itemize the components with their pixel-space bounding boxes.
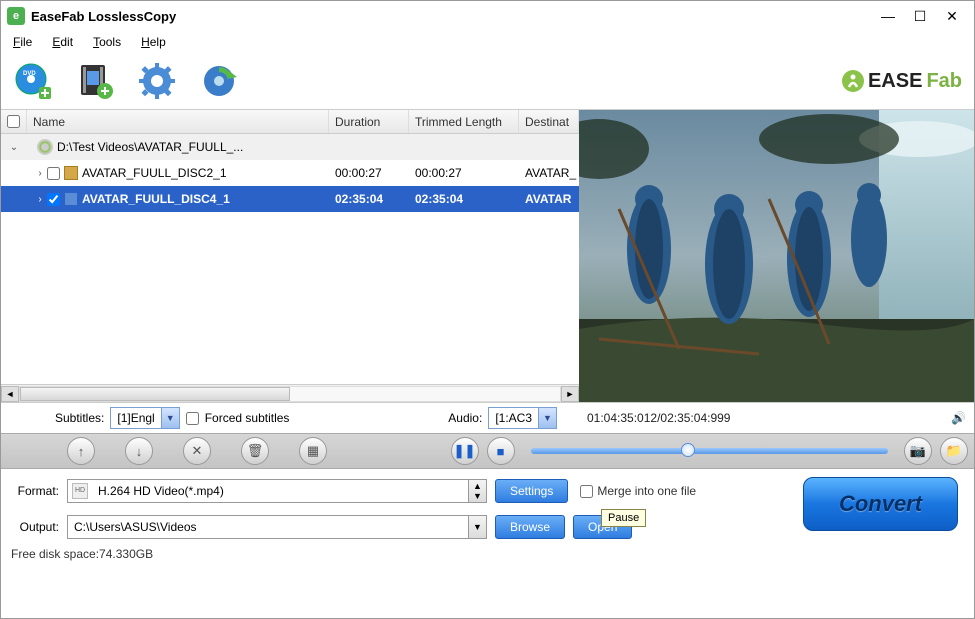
svg-text:DVD: DVD	[23, 71, 36, 77]
load-disc-button[interactable]: DVD	[13, 61, 53, 101]
format-icon: HD	[72, 483, 88, 499]
volume-icon[interactable]: 🔊	[951, 411, 966, 425]
bottom-form: Format: HD H.264 HD Video(*.mp4) ▲▼ Sett…	[1, 469, 974, 543]
menu-tools[interactable]: Tools	[93, 35, 121, 49]
refresh-button[interactable]	[199, 61, 239, 101]
settings-button[interactable]: Settings	[495, 479, 568, 503]
pause-button[interactable]: ❚❚	[451, 437, 479, 465]
menu-help[interactable]: Help	[141, 35, 166, 49]
forced-subtitles-checkbox[interactable]	[186, 412, 199, 425]
subtitles-select[interactable]: [1]Engl ▼	[110, 407, 179, 429]
row-dest: AVATAR_	[519, 160, 579, 186]
group-path: D:\Test Videos\AVATAR_FUULL_...	[57, 140, 243, 154]
chevron-down-icon[interactable]: ▼	[468, 516, 486, 538]
move-down-button[interactable]: ↓	[125, 437, 153, 465]
output-path-value: C:\Users\ASUS\Videos	[68, 520, 468, 534]
audio-label: Audio:	[448, 411, 482, 425]
select-all-checkbox[interactable]	[7, 115, 20, 128]
merge-label: Merge into one file	[597, 484, 696, 498]
seek-slider[interactable]	[531, 448, 889, 454]
load-file-button[interactable]	[75, 61, 115, 101]
menu-edit[interactable]: Edit	[52, 35, 73, 49]
brand-text-1: EASE	[868, 70, 922, 93]
menubar: File Edit Tools Help	[1, 31, 974, 53]
open-folder-button[interactable]: 📁	[940, 437, 968, 465]
output-path-input[interactable]: C:\Users\ASUS\Videos ▼	[67, 515, 487, 539]
output-label: Output:	[13, 520, 59, 534]
edit-video-button[interactable]: ▦	[299, 437, 327, 465]
remove-button[interactable]: ✕	[183, 437, 211, 465]
app-logo-icon: e	[7, 7, 25, 25]
file-list-panel: Name Duration Trimmed Length Destinat ⌄ …	[1, 110, 579, 402]
audio-value: [1:AC3	[489, 411, 538, 425]
row-name: AVATAR_FUULL_DISC4_1	[82, 192, 230, 206]
controls-bar: ↑ ↓ ✕ 🗑 ▦ ❚❚ ■ 📷 📁	[1, 433, 974, 469]
scroll-right-button[interactable]: ►	[561, 386, 579, 402]
window-title: EaseFab LosslessCopy	[31, 9, 872, 24]
scroll-track[interactable]	[19, 386, 561, 402]
main-row: Name Duration Trimmed Length Destinat ⌄ …	[1, 109, 974, 403]
expand-icon[interactable]: ›	[33, 168, 47, 179]
video-file-icon	[64, 192, 78, 206]
row-duration: 02:35:04	[335, 192, 383, 206]
chevron-down-icon[interactable]: ▼	[161, 408, 179, 428]
timecode-row: 01:04:35:012/02:35:04:999 🔊	[579, 403, 974, 433]
dvd-icon	[37, 139, 53, 155]
snapshot-button[interactable]: 📷	[904, 437, 932, 465]
file-row-selected[interactable]: ›AVATAR_FUULL_DISC4_1 02:35:04 02:35:04 …	[1, 186, 579, 212]
row-checkbox[interactable]	[47, 167, 60, 180]
browse-button[interactable]: Browse	[495, 515, 565, 539]
convert-button-label: Convert	[839, 491, 922, 517]
disc-group-row[interactable]: ⌄ D:\Test Videos\AVATAR_FUULL_...	[1, 134, 579, 160]
footer-status: Free disk space:74.330GB	[1, 543, 974, 565]
maximize-button[interactable]: ☐	[904, 4, 936, 28]
horizontal-scrollbar[interactable]: ◄ ►	[1, 384, 579, 402]
minimize-button[interactable]: —	[872, 4, 904, 28]
chevron-down-icon[interactable]: ▼	[538, 408, 556, 428]
pause-tooltip: Pause	[601, 509, 646, 527]
merge-checkbox[interactable]	[580, 485, 593, 498]
col-name[interactable]: Name	[27, 110, 329, 133]
file-list-header: Name Duration Trimmed Length Destinat	[1, 110, 579, 134]
subtitles-value: [1]Engl	[111, 411, 160, 425]
close-button[interactable]: ✕	[936, 4, 968, 28]
subtitles-label: Subtitles:	[7, 411, 104, 425]
scroll-left-button[interactable]: ◄	[1, 386, 19, 402]
scroll-thumb[interactable]	[20, 387, 290, 401]
timecode-display: 01:04:35:012/02:35:04:999	[587, 411, 730, 425]
settings-gear-button[interactable]	[137, 61, 177, 101]
forced-subtitles-label: Forced subtitles	[205, 411, 290, 425]
col-duration[interactable]: Duration	[329, 110, 409, 133]
video-preview[interactable]	[579, 110, 974, 402]
row-dest: AVATAR	[525, 192, 571, 206]
titlebar: e EaseFab LosslessCopy — ☐ ✕	[1, 1, 974, 31]
audio-select[interactable]: [1:AC3 ▼	[488, 407, 557, 429]
convert-button[interactable]: Convert	[803, 477, 958, 531]
collapse-icon[interactable]: ⌄	[7, 142, 21, 153]
stop-button[interactable]: ■	[487, 437, 515, 465]
seek-knob[interactable]	[681, 443, 695, 457]
menu-file[interactable]: File	[13, 35, 32, 49]
clear-all-button[interactable]: 🗑	[241, 437, 269, 465]
col-destination[interactable]: Destinat	[519, 110, 579, 133]
subtitle-audio-row: Subtitles: [1]Engl ▼ Forced subtitles Au…	[1, 403, 579, 433]
move-up-button[interactable]: ↑	[67, 437, 95, 465]
row-name: AVATAR_FUULL_DISC2_1	[82, 166, 227, 180]
brand-logo: EASEFab	[842, 70, 962, 93]
file-row[interactable]: ›AVATAR_FUULL_DISC2_1 00:00:27 00:00:27 …	[1, 160, 579, 186]
format-value: H.264 HD Video(*.mp4)	[92, 484, 468, 498]
video-file-icon	[64, 166, 78, 180]
format-label: Format:	[13, 484, 59, 498]
format-select[interactable]: HD H.264 HD Video(*.mp4) ▲▼	[67, 479, 487, 503]
spinner-icon[interactable]: ▲▼	[468, 480, 486, 502]
row-duration: 00:00:27	[329, 160, 409, 186]
row-trimmed: 00:00:27	[409, 160, 519, 186]
expand-icon[interactable]: ›	[33, 194, 47, 205]
brand-text-2: Fab	[926, 70, 962, 93]
row-trimmed: 02:35:04	[415, 192, 463, 206]
row-checkbox[interactable]	[47, 193, 60, 206]
col-trimmed[interactable]: Trimmed Length	[409, 110, 519, 133]
toolbar: DVD EASEFab	[1, 53, 974, 109]
